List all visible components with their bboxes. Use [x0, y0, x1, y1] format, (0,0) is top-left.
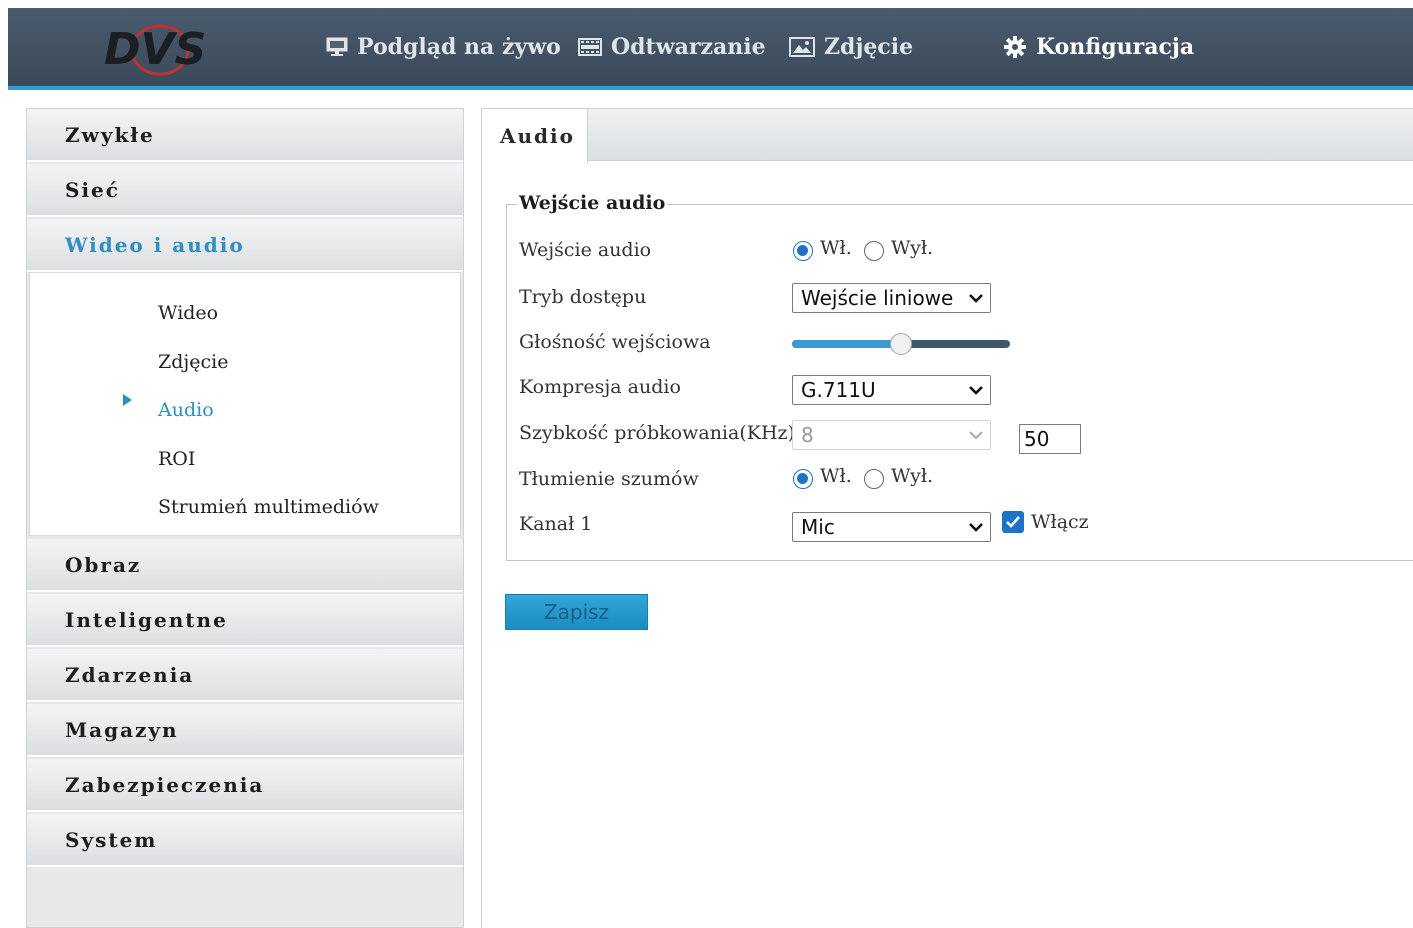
sample-rate-value: 8 — [801, 423, 814, 447]
nav-label: Zdjęcie — [824, 34, 914, 60]
sidebar-item-events[interactable]: Zdarzenia — [27, 649, 463, 702]
audio-compression-select[interactable]: G.711U — [792, 375, 991, 405]
main-content: Audio Wejście audio Wejście audio Wł. Wy… — [481, 108, 1413, 928]
access-mode-select[interactable]: Wejście liniowe — [792, 283, 991, 313]
save-button-label: Zapisz — [543, 600, 610, 624]
noise-suppression-on-radio[interactable] — [793, 469, 813, 489]
sidebar-item-label: Zwykłe — [65, 122, 155, 147]
checkmark-icon — [1006, 516, 1020, 528]
group-title: Wejście audio — [517, 192, 668, 214]
nav-picture[interactable]: Zdjęcie — [789, 8, 913, 86]
audio-compression-value: G.711U — [801, 378, 876, 402]
channel1-enable-label: Włącz — [1031, 511, 1089, 533]
noise-suppression-off-label: Wył. — [891, 465, 934, 487]
slider-handle[interactable] — [890, 333, 912, 355]
audio-input-off-label: Wył. — [891, 237, 934, 259]
access-mode-label: Tryb dostępu — [519, 286, 647, 308]
noise-suppression-off-radio[interactable] — [864, 469, 884, 489]
sidebar-item-video-audio[interactable]: Wideo i audio — [27, 219, 463, 272]
sidebar-item-intelligent[interactable]: Inteligentne — [27, 594, 463, 647]
chevron-down-icon — [962, 421, 990, 449]
audio-input-on-radio[interactable] — [793, 241, 813, 261]
subitem-picture[interactable]: Zdjęcie — [158, 351, 228, 373]
audio-input-group: Wejście audio Wejście audio Wł. Wył. Try… — [506, 192, 1413, 561]
image-icon — [789, 37, 815, 57]
chevron-down-icon — [962, 284, 990, 312]
film-icon — [578, 38, 602, 56]
audio-input-on-label: Wł. — [820, 237, 852, 259]
subitem-media-stream[interactable]: Strumień multimediów — [158, 496, 379, 518]
audio-input-off-radio[interactable] — [864, 241, 884, 261]
sidebar-item-label: System — [65, 827, 158, 852]
sidebar-item-label: Obraz — [65, 552, 142, 577]
access-mode-value: Wejście liniowe — [801, 286, 954, 310]
nav-label: Konfiguracja — [1036, 34, 1195, 60]
sidebar-item-storage[interactable]: Magazyn — [27, 704, 463, 757]
noise-suppression-label: Tłumienie szumów — [519, 468, 699, 490]
audio-compression-label: Kompresja audio — [519, 376, 681, 398]
subitem-audio[interactable]: Audio — [158, 399, 214, 421]
video-audio-submenu: Wideo Zdjęcie Audio ROI Strumień multime… — [29, 272, 461, 536]
tab-bar: Audio — [482, 108, 1413, 163]
sidebar-item-security[interactable]: Zabezpieczenia — [27, 759, 463, 812]
chevron-down-icon — [962, 513, 990, 541]
channel1-select[interactable]: Mic — [792, 512, 991, 542]
sidebar-item-label: Zdarzenia — [65, 662, 195, 687]
active-arrow-icon — [123, 394, 132, 406]
subitem-roi[interactable]: ROI — [158, 448, 195, 470]
gear-icon — [1004, 36, 1026, 58]
sample-rate-select: 8 — [792, 420, 991, 450]
nav-configuration[interactable]: Konfiguracja — [983, 8, 1215, 90]
channel1-value: Mic — [801, 515, 835, 539]
subitem-video[interactable]: Wideo — [158, 302, 218, 324]
channel1-label: Kanał 1 — [519, 513, 593, 535]
sidebar-item-network[interactable]: Sieć — [27, 164, 463, 217]
nav-live-view[interactable]: Podgląd na żywo — [326, 8, 561, 86]
input-volume-slider[interactable] — [792, 333, 1010, 355]
nav-playback[interactable]: Odtwarzanie — [578, 8, 766, 86]
tab-audio[interactable]: Audio — [482, 109, 588, 163]
chevron-down-icon — [962, 376, 990, 404]
sidebar-item-label: Magazyn — [65, 717, 179, 742]
sidebar: Zwykłe Sieć Wideo i audio Wideo Zdjęcie … — [26, 108, 464, 928]
sidebar-item-label: Wideo i audio — [65, 232, 245, 257]
nav-label: Podgląd na żywo — [357, 34, 561, 60]
nav-label: Odtwarzanie — [611, 34, 766, 60]
noise-suppression-on-label: Wł. — [820, 465, 852, 487]
save-button[interactable]: Zapisz — [505, 594, 648, 630]
input-volume-label: Głośność wejściowa — [519, 331, 711, 353]
audio-input-label: Wejście audio — [519, 239, 652, 261]
input-volume-field[interactable] — [1019, 424, 1081, 454]
svg-text:DVS: DVS — [104, 24, 206, 75]
sidebar-item-label: Sieć — [65, 177, 120, 202]
sidebar-item-label: Zabezpieczenia — [65, 772, 265, 797]
sidebar-item-general[interactable]: Zwykłe — [27, 109, 463, 162]
sidebar-item-label: Inteligentne — [65, 607, 228, 632]
slider-fill — [792, 340, 901, 348]
top-navigation-bar: DVS Podgląd na żywo Odtwarzanie Zdjęcie — [8, 8, 1413, 90]
channel1-enable-checkbox[interactable] — [1002, 511, 1024, 533]
dvs-logo: DVS — [100, 18, 220, 78]
sidebar-item-system[interactable]: System — [27, 814, 463, 867]
sample-rate-label: Szybkość próbkowania(KHz) — [519, 422, 795, 444]
monitor-icon — [326, 37, 348, 56]
sidebar-item-image[interactable]: Obraz — [27, 539, 463, 592]
